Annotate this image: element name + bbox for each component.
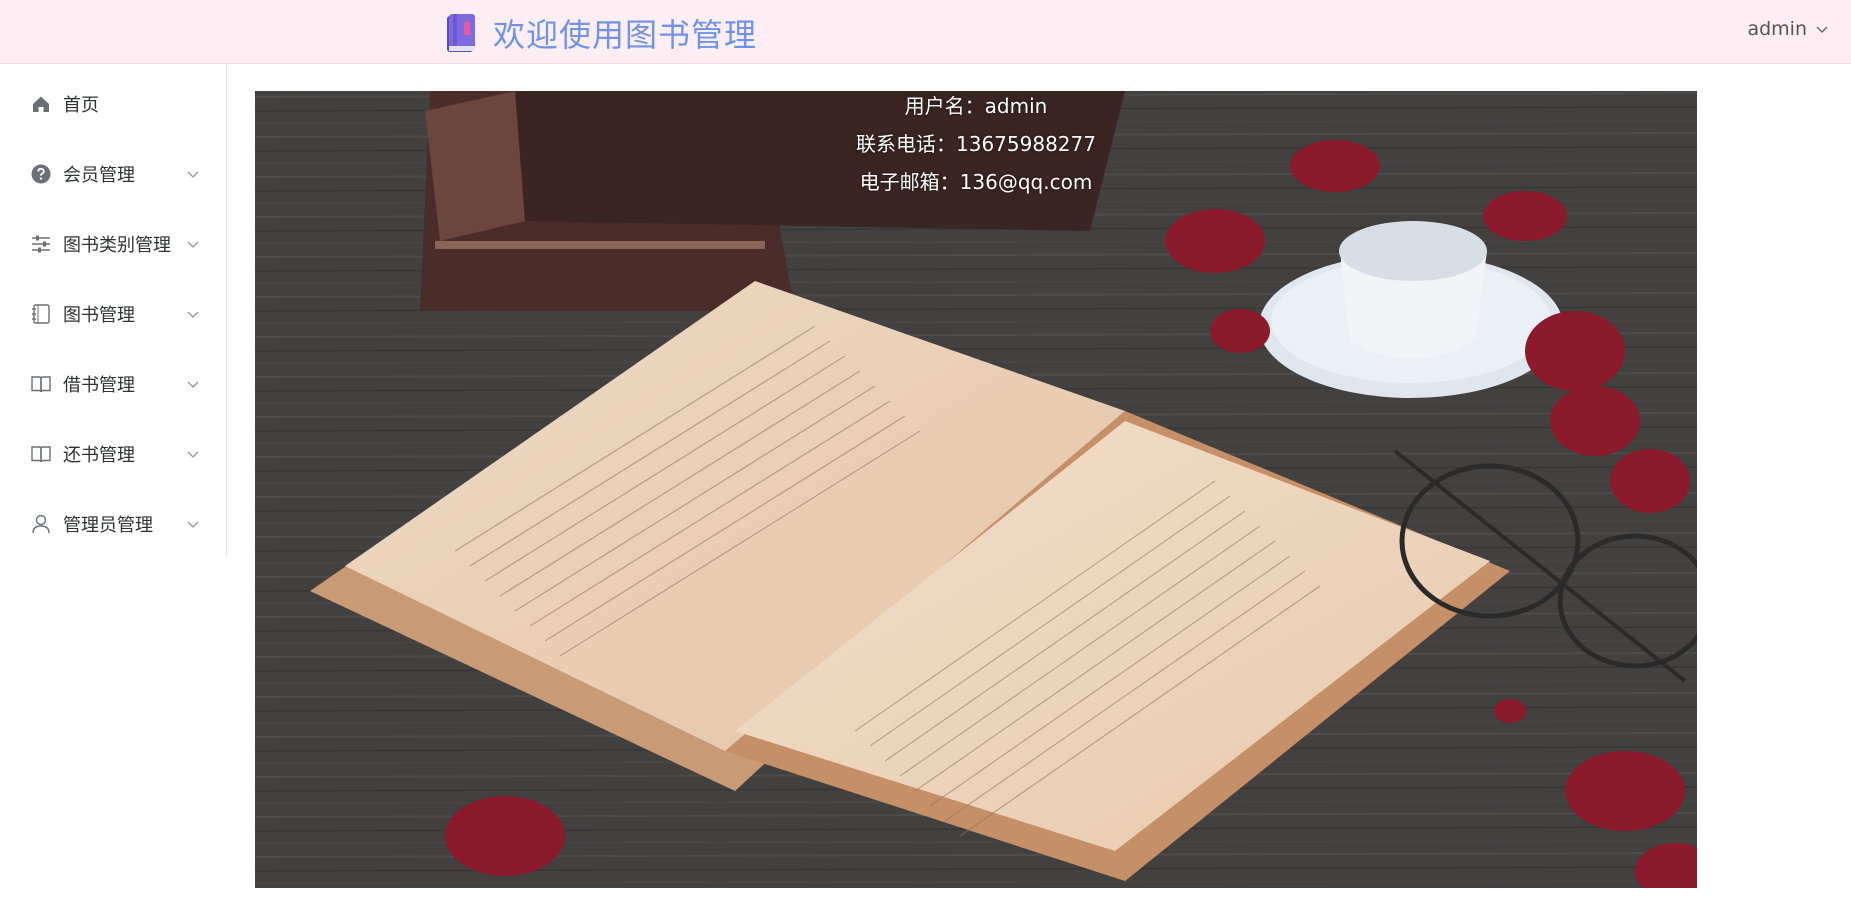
chevron-down-icon [187, 451, 199, 458]
open-book-icon [31, 446, 51, 463]
chevron-down-icon [187, 241, 199, 248]
home-icon [33, 96, 49, 112]
sidebar-item-books[interactable]: 图书管理 [0, 286, 226, 342]
chevron-down-icon [187, 521, 199, 528]
phone-line: 联系电话：13675988277 [856, 132, 1096, 156]
chevron-down-icon [187, 381, 199, 388]
sidebar-item-label: 会员管理 [63, 165, 135, 186]
sidebar-item-members[interactable]: 会员管理 [0, 146, 226, 202]
user-dropdown[interactable]: admin [1747, 18, 1829, 40]
sidebar-item-label: 图书类别管理 [63, 235, 171, 256]
sidebar-item-label: 首页 [63, 95, 99, 116]
app-title: 欢迎使用图书管理 [493, 16, 758, 54]
book-logo-icon [447, 14, 475, 52]
user-icon [32, 514, 50, 534]
chevron-down-icon [1816, 26, 1828, 33]
sidebar: 首页 会员管理 图书类别管理 图书管理 借书管理 还书管理 管理员管理 [0, 64, 227, 557]
username-label: admin [1747, 18, 1807, 40]
chevron-down-icon [187, 311, 199, 318]
notebook-icon [32, 304, 50, 324]
email-line: 电子邮箱：136@qq.com [859, 170, 1093, 194]
chevron-down-icon [187, 171, 199, 178]
sidebar-item-admins[interactable]: 管理员管理 [0, 496, 226, 552]
brand: 欢迎使用图书管理 [445, 12, 757, 54]
home-banner: 用户名：admin 联系电话：13675988277 电子邮箱：136@qq.c… [255, 91, 1697, 888]
top-header: 欢迎使用图书管理 admin [0, 0, 1851, 64]
question-circle-icon [31, 164, 51, 184]
sidebar-item-label: 借书管理 [63, 375, 135, 396]
books-teacup-photo [255, 91, 1697, 888]
sidebar-item-categories[interactable]: 图书类别管理 [0, 216, 226, 272]
open-book-icon [31, 376, 51, 393]
sidebar-item-borrow[interactable]: 借书管理 [0, 356, 226, 412]
profile-info: 用户名：admin 联系电话：13675988277 电子邮箱：136@qq.c… [255, 91, 1697, 205]
sidebar-item-label: 管理员管理 [63, 515, 153, 536]
sidebar-item-label: 还书管理 [63, 445, 135, 466]
sidebar-item-label: 图书管理 [63, 305, 135, 326]
sliders-icon [32, 235, 50, 253]
sidebar-item-return[interactable]: 还书管理 [0, 426, 226, 482]
sidebar-item-home[interactable]: 首页 [0, 76, 226, 132]
username-line: 用户名：admin [904, 94, 1048, 118]
